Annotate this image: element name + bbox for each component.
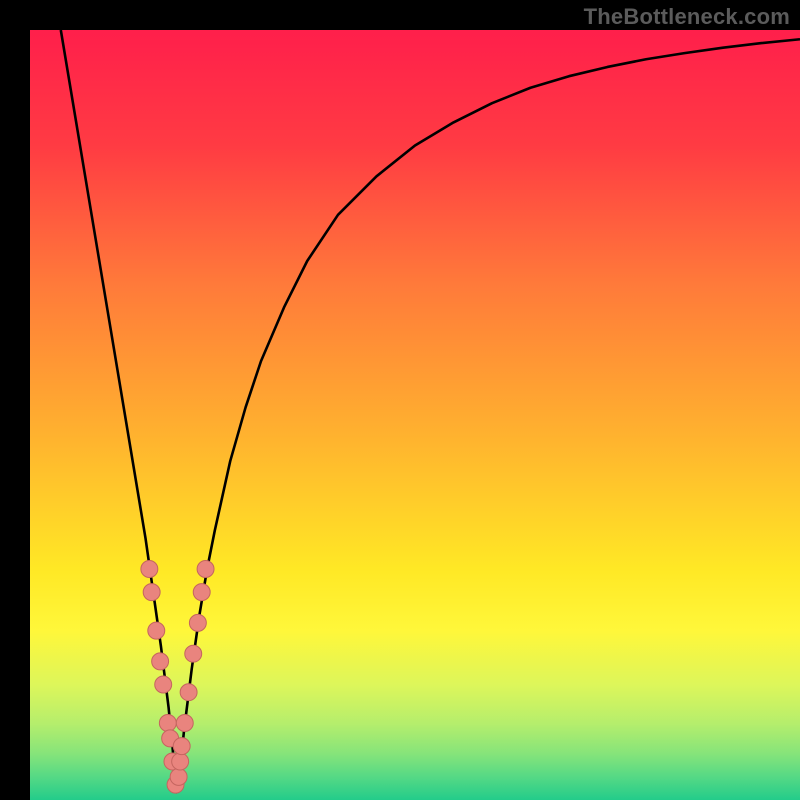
data-marker (176, 715, 193, 732)
data-marker (172, 753, 189, 770)
data-marker (173, 738, 190, 755)
chart-frame: TheBottleneck.com (0, 0, 800, 800)
data-marker (159, 715, 176, 732)
data-marker (180, 684, 197, 701)
data-marker (141, 561, 158, 578)
data-marker (193, 584, 210, 601)
data-marker (148, 622, 165, 639)
data-marker (152, 653, 169, 670)
data-marker (197, 561, 214, 578)
data-marker (185, 645, 202, 662)
data-marker (143, 584, 160, 601)
plot-area (30, 30, 800, 800)
data-marker (155, 676, 172, 693)
data-marker (170, 768, 187, 785)
bottleneck-chart (30, 30, 800, 800)
data-marker (189, 614, 206, 631)
watermark-label: TheBottleneck.com (584, 4, 790, 30)
